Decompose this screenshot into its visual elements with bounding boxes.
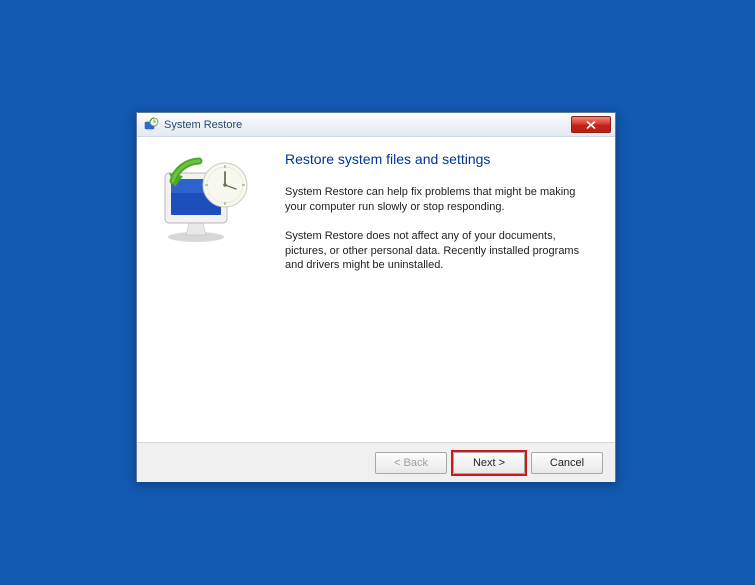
next-button[interactable]: Next > [453,452,525,474]
window-title: System Restore [164,119,611,131]
system-restore-icon [143,117,159,133]
titlebar: System Restore [137,113,615,137]
back-button: < Back [375,452,447,474]
cancel-button[interactable]: Cancel [531,452,603,474]
button-bar: < Back Next > Cancel [137,442,615,482]
system-restore-dialog: System Restore [136,112,616,482]
intro-paragraph-1: System Restore can help fix problems tha… [285,185,597,215]
page-heading: Restore system files and settings [285,151,597,167]
right-pane: Restore system files and settings System… [277,137,615,442]
restore-illustration-icon [151,151,261,246]
close-button[interactable] [571,116,611,133]
left-pane [137,137,277,442]
intro-paragraph-2: System Restore does not affect any of yo… [285,229,597,274]
dialog-content: Restore system files and settings System… [137,137,615,442]
